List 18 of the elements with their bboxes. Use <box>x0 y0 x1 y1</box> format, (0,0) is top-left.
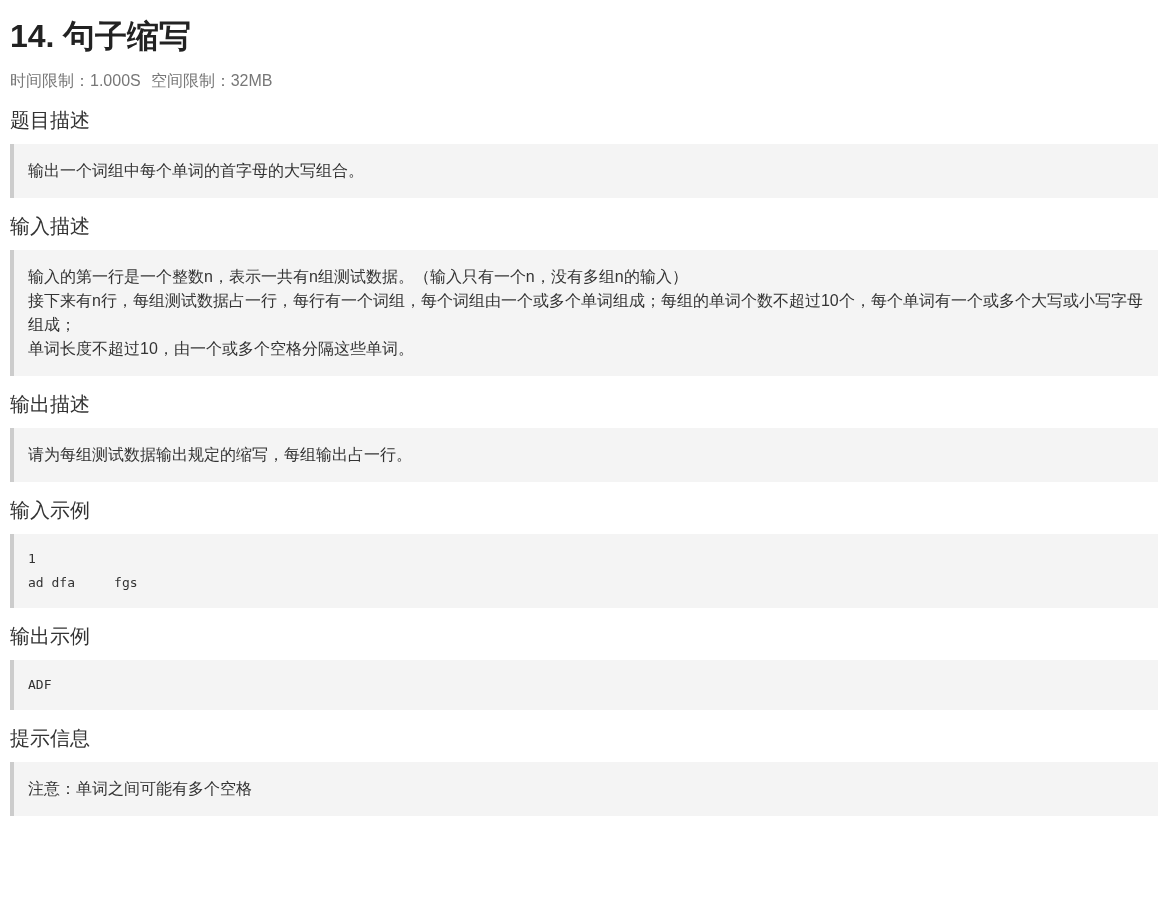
section-heading: 题目描述 <box>10 108 91 133</box>
code-line: ad dfa fgs <box>28 574 139 592</box>
description-text: 单词长度不超过10，由一个或多个空格分隔这些单词。 <box>28 339 415 359</box>
description-text: 请为每组测试数据输出规定的缩写，每组输出占一行。 <box>28 445 413 465</box>
section-heading: 输入示例 <box>10 498 91 523</box>
description-text: 注意：单词之间可能有多个空格 <box>28 779 253 799</box>
description-text: 输出一个词组中每个单词的首字母的大写组合。 <box>28 161 365 181</box>
code-line: ADF <box>28 676 53 694</box>
section-heading: 输入描述 <box>10 214 91 239</box>
section-heading: 提示信息 <box>10 726 91 751</box>
description-text: 输入的第一行是一个整数n，表示一共有n组测试数据。（输入只有一个n，没有多组n的输入） <box>28 267 689 287</box>
section-heading: 输出描述 <box>10 392 91 417</box>
problem-title: 14. 句子缩写 <box>10 17 193 56</box>
limit-text: 时间限制：1.000S <box>10 71 141 91</box>
section-heading: 输出示例 <box>10 624 91 649</box>
code-line: 1 <box>28 550 37 568</box>
limit-text: 空间限制：32MB <box>150 71 273 91</box>
description-text: 接下来有n行，每组测试数据占一行，每行有一个词组，每个词组由一个或多个单词组成；每组的单词个数不超过10个，每个单词有一个或多个大写或小写字母组成； <box>28 291 1144 335</box>
